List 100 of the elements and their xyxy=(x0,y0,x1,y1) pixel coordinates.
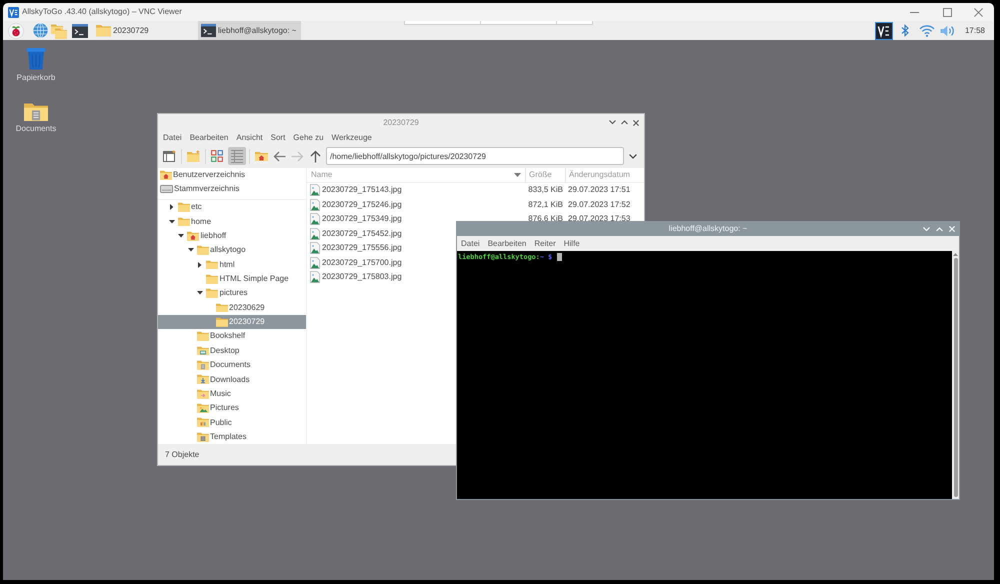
folder-tree-item[interactable]: Documents xyxy=(158,358,306,372)
close-icon[interactable] xyxy=(974,8,983,16)
menu-item[interactable]: Sort xyxy=(266,132,290,144)
menu-item[interactable]: Bearbeiten xyxy=(186,132,232,144)
grid-icon xyxy=(211,150,223,162)
folder-tree-item[interactable]: Downloads xyxy=(158,372,306,386)
taskbar-button[interactable]: liebhoff@allskytogo: ~ xyxy=(198,21,301,40)
folder-tree-item[interactable]: home xyxy=(158,214,306,229)
wifi-icon[interactable] xyxy=(918,24,935,37)
file-size: 833,5 KiB xyxy=(528,185,563,194)
menu-item[interactable]: Gehe zu xyxy=(289,132,328,144)
maximize-icon[interactable] xyxy=(621,120,628,125)
raspberry-icon[interactable] xyxy=(8,22,24,38)
home-folder-icon xyxy=(160,170,172,180)
folder-star-icon xyxy=(186,150,200,162)
folder-tree-item[interactable]: allskytogo xyxy=(158,243,306,258)
folder-tree-item[interactable]: Desktop xyxy=(158,343,306,358)
picture-folder-icon xyxy=(196,403,208,413)
folder-icon xyxy=(196,245,208,256)
logo-icon[interactable] xyxy=(874,22,893,40)
scroll-up-icon[interactable] xyxy=(953,253,958,256)
home-folder-icon xyxy=(254,150,268,162)
path-field[interactable]: /home/liebhoff/allskytogo/pictures/20230729 xyxy=(326,147,624,165)
places-item[interactable]: Stammverzeichnis xyxy=(158,182,306,196)
menu-item[interactable]: Ansicht xyxy=(232,132,267,144)
scrollbar-thumb[interactable] xyxy=(954,258,958,497)
caret-down-icon xyxy=(629,154,637,158)
window-title: AllskyToGo .43.40 (allskytogo) – VNC Viewer xyxy=(22,7,182,17)
caret-right-icon[interactable] xyxy=(170,204,174,210)
status-text: 7 Objekte xyxy=(165,450,200,460)
caret-right-icon[interactable] xyxy=(198,262,202,268)
caret-down-icon[interactable] xyxy=(178,234,184,238)
folder-tree-item[interactable]: Music xyxy=(158,386,306,401)
places-item[interactable]: Benutzerverzeichnis xyxy=(158,168,306,182)
bar-chart-folder-icon xyxy=(196,417,208,428)
folder-icon xyxy=(216,317,228,327)
desktop-shortcut[interactable]: Papierkorb xyxy=(16,47,56,83)
folder-tree-item[interactable]: pictures xyxy=(158,286,306,300)
image-file-icon xyxy=(310,228,320,240)
image-file-icon xyxy=(310,271,320,284)
menu-item[interactable]: Hilfe xyxy=(560,238,584,250)
file-size: 872,1 KiB xyxy=(528,200,563,209)
folder-tree-item[interactable]: Pictures xyxy=(158,400,306,416)
terminal-icon[interactable] xyxy=(72,22,88,38)
caret-down-icon[interactable] xyxy=(197,291,203,295)
home-folder-icon xyxy=(187,230,199,241)
menu-item[interactable]: Datei xyxy=(159,132,186,144)
folder-tree-item[interactable]: liebhoff xyxy=(158,228,306,244)
menu-item[interactable]: Werkzeuge xyxy=(328,132,376,144)
up-arrow-icon xyxy=(310,150,320,162)
arrow-folder-icon xyxy=(196,388,208,399)
file-name[interactable]: 20230729_175452.jpg xyxy=(322,228,402,239)
folder-tree-item[interactable]: Templates xyxy=(158,430,306,444)
file-name[interactable]: 20230729_175143.jpg xyxy=(322,185,402,196)
trash-icon xyxy=(25,47,47,70)
terminal-icon xyxy=(201,23,216,38)
menu-item[interactable]: Datei xyxy=(457,238,484,250)
folder-tree-item[interactable]: HTML Simple Page xyxy=(158,272,306,286)
window-icon xyxy=(162,150,176,162)
image-file-icon xyxy=(310,213,320,226)
left-arrow-icon xyxy=(272,150,286,162)
new-window-button[interactable] xyxy=(160,147,178,165)
document-folder-icon xyxy=(196,360,208,370)
scrollbar[interactable] xyxy=(952,251,959,499)
menu-item[interactable]: Reiter xyxy=(530,238,560,250)
taskbar-button[interactable]: 20230729 xyxy=(93,21,196,40)
folder-tree-item[interactable]: Public xyxy=(158,415,306,430)
globe-icon[interactable] xyxy=(33,23,48,38)
maximize-icon[interactable] xyxy=(943,8,952,16)
image-file-icon xyxy=(310,198,320,211)
drive-icon xyxy=(160,185,173,193)
caret-down-icon[interactable] xyxy=(168,220,174,224)
folder-tree-item[interactable]: 20230629 xyxy=(158,300,306,315)
document-folder-icon xyxy=(24,102,48,122)
file-name[interactable]: 20230729_175246.jpg xyxy=(322,200,402,210)
file-name[interactable]: 20230729_175556.jpg xyxy=(322,243,402,254)
folder-tree-item[interactable]: etc xyxy=(158,200,306,214)
icon-view-button[interactable] xyxy=(208,147,226,165)
folder-tree-item[interactable]: Bookshelf xyxy=(158,329,306,344)
modified-date: 29.07.2023 17:52 xyxy=(568,200,630,209)
volume-icon[interactable] xyxy=(940,24,955,36)
download-folder-icon xyxy=(196,374,208,384)
image-file-icon xyxy=(310,256,320,269)
folder-icon xyxy=(206,288,218,298)
window-title: liebhoff@allskytogo: ~ xyxy=(668,224,748,234)
caret-down-icon[interactable] xyxy=(188,248,194,252)
folder-icon xyxy=(206,274,218,284)
app-logo-icon xyxy=(8,6,19,18)
folder-tree-item[interactable]: html xyxy=(158,257,306,272)
close-icon[interactable] xyxy=(633,120,639,126)
cursor-icon xyxy=(557,253,562,261)
desktop-shortcut[interactable]: Documents xyxy=(16,102,56,134)
file-name[interactable]: 20230729_175803.jpg xyxy=(322,272,402,282)
file-name[interactable]: 20230729_175349.jpg xyxy=(322,214,402,224)
clock: 17:58 xyxy=(964,26,985,36)
menu-item[interactable]: Bearbeiten xyxy=(484,238,530,250)
minimize-icon[interactable] xyxy=(609,120,616,125)
bluetooth-icon[interactable] xyxy=(900,24,909,37)
screen-folder-icon xyxy=(196,346,208,356)
file-name[interactable]: 20230729_175700.jpg xyxy=(322,258,402,268)
